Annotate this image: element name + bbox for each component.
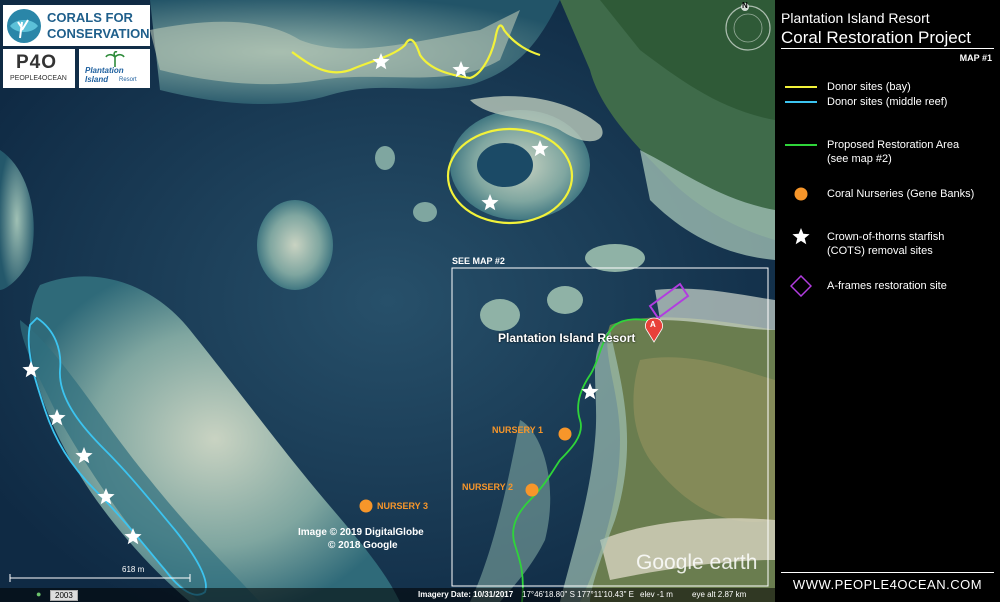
- legend-title-line1: Plantation Island Resort: [781, 10, 930, 26]
- legend-label: Proposed Restoration Area (see map #2): [827, 139, 960, 165]
- legend-panel: Plantation Island Resort Coral Restorati…: [775, 0, 1000, 602]
- legend-item-cots: Crown-of-thorns starfish (COTS) removal …: [785, 228, 945, 258]
- legend-label: Donor sites (bay): [827, 81, 911, 93]
- coral-logo-icon: [7, 9, 41, 43]
- map-number: MAP #1: [959, 53, 992, 63]
- legend-divider: [781, 48, 994, 49]
- legend-item-nurseries: Coral Nurseries (Gene Banks): [785, 187, 974, 201]
- see-map-2-label: SEE MAP #2: [452, 256, 505, 266]
- nursery-3-dot: [359, 499, 373, 513]
- imagery-credit-line2: © 2018 Google: [328, 540, 398, 551]
- corals-logo-line1: CORALS FOR: [47, 10, 133, 25]
- people4ocean-logo: P4O PEOPLE4OCEAN: [3, 49, 75, 88]
- p4o-mark: P4O: [16, 52, 58, 73]
- corals-logo-line2: CONSERVATION: [47, 26, 150, 41]
- compass-north-label: N: [742, 1, 748, 10]
- imagery-credit-line1: Image © 2019 DigitalGlobe: [298, 527, 424, 538]
- p4o-name: PEOPLE4OCEAN: [10, 75, 67, 82]
- imagery-date: Imagery Date: 10/31/2017: [418, 590, 514, 599]
- legend-item-a-frames: A-frames restoration site: [785, 275, 947, 297]
- orange-dot-swatch: [794, 187, 808, 201]
- nursery-3-label: NURSERY 3: [377, 501, 429, 511]
- satellite-map[interactable]: CORALS FOR CONSERVATION P4O PEOPLE4OCEAN…: [0, 0, 775, 602]
- green-line-swatch: [785, 144, 817, 146]
- globe-icon[interactable]: ●: [36, 589, 41, 599]
- resort-logo-line2: Island: [85, 75, 109, 84]
- star-icon: [792, 228, 810, 245]
- resort-logo-line3: Resort: [119, 77, 137, 83]
- legend-label: Donor sites (middle reef): [827, 96, 948, 108]
- blue-line-swatch: [785, 101, 817, 103]
- nursery-2-label: NURSERY 2: [462, 482, 514, 492]
- legend-title-line2: Coral Restoration Project: [781, 28, 971, 47]
- eye-altitude: eye alt 2.87 km: [692, 590, 747, 599]
- resort-map-label: Plantation Island Resort: [498, 331, 636, 345]
- legend-item-donor-bay: Donor sites (bay): [785, 80, 911, 94]
- legend-item-restoration-area: Proposed Restoration Area (see map #2): [785, 138, 959, 166]
- legend-label: Coral Nurseries (Gene Banks): [827, 188, 975, 200]
- resort-pin-letter: A: [650, 320, 656, 329]
- scale-label: 618 m: [122, 565, 145, 574]
- map-graphics: [0, 0, 775, 602]
- nursery-2-dot: [525, 483, 539, 497]
- status-bar: ● 2003 Imagery Date: 10/31/2017 17°46'18…: [0, 588, 775, 602]
- legend-label: A-frames restoration site: [827, 280, 947, 292]
- corals-for-conservation-logo: CORALS FOR CONSERVATION: [3, 5, 150, 46]
- patch-reef-1: [257, 200, 333, 290]
- plantation-island-resort-logo: Plantation Island Resort: [79, 49, 150, 88]
- legend-item-donor-middle-reef: Donor sites (middle reef): [785, 95, 947, 109]
- purple-diamond-swatch: [790, 275, 812, 297]
- website-link[interactable]: WWW.PEOPLE4OCEAN.COM: [775, 577, 1000, 592]
- year-badge[interactable]: 2003: [50, 590, 78, 601]
- google-earth-watermark: Google earth: [636, 551, 758, 574]
- footer-divider: [781, 572, 994, 573]
- nursery-1-dot: [558, 427, 572, 441]
- coordinates: 17°46'18.80" S 177°11'10.43" E: [522, 590, 634, 599]
- legend-label: Crown-of-thorns starfish (COTS) removal …: [827, 231, 945, 257]
- palm-tree-icon: [105, 51, 125, 67]
- elevation: elev -1 m: [640, 590, 673, 599]
- yellow-line-swatch: [785, 86, 817, 88]
- nursery-1-label: NURSERY 1: [492, 425, 544, 435]
- resort-logo-line1: Plantation: [85, 66, 124, 75]
